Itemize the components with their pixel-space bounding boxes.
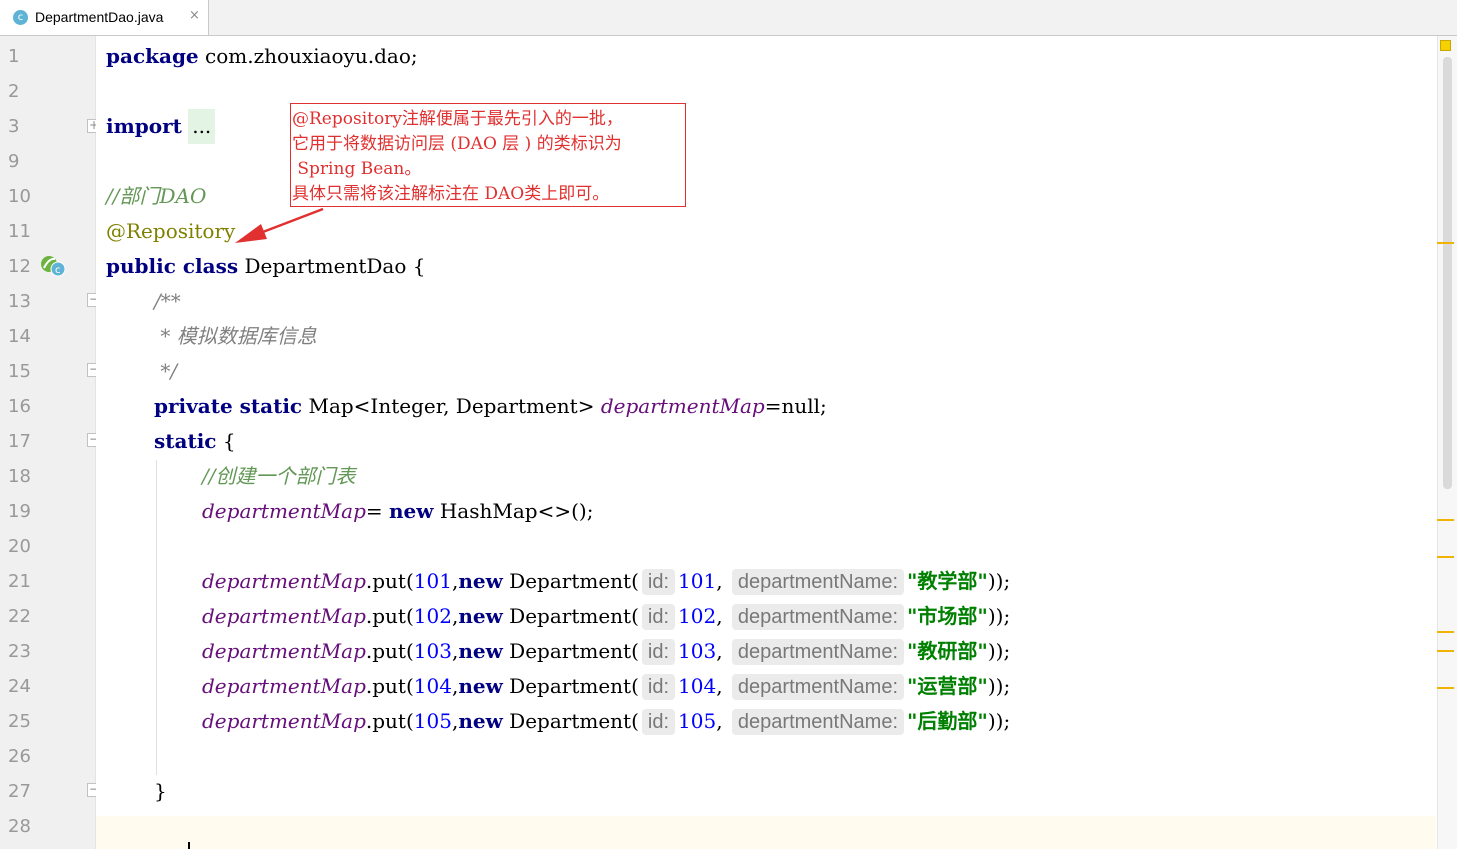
line-number: 18: [8, 466, 31, 487]
code-line-3: import ...: [106, 109, 216, 144]
line-number: 2: [8, 81, 20, 102]
line-number: 1: [8, 46, 20, 67]
warning-marker[interactable]: [1437, 519, 1454, 521]
line-number: 20: [8, 536, 31, 557]
line-number: 26: [8, 746, 31, 767]
param-hint-id: id:: [641, 604, 676, 630]
param-hint-name: departmentName:: [731, 604, 904, 630]
vertical-scrollbar-thumb[interactable]: [1443, 57, 1452, 489]
code-line-27: }: [154, 779, 167, 803]
line-number: 11: [8, 221, 31, 242]
code-line-23: departmentMap.put(103,new Department(id:…: [202, 639, 1011, 665]
code-line-25: departmentMap.put(105,new Department(id:…: [202, 709, 1011, 735]
line-number: 3: [8, 116, 20, 137]
text-caret: [188, 842, 190, 849]
warning-marker[interactable]: [1437, 631, 1454, 633]
code-line-10: //部门DAO: [106, 184, 207, 208]
line-number: 13: [8, 291, 31, 312]
line-number: 22: [8, 606, 31, 627]
line-number: 9: [8, 151, 20, 172]
line-number: 25: [8, 711, 31, 732]
code-line-12: public class DepartmentDao {: [106, 254, 426, 278]
line-number: 16: [8, 396, 31, 417]
editor-tab-bar: c DepartmentDao.java ×: [0, 0, 1457, 36]
tab-label: DepartmentDao.java: [35, 9, 164, 25]
code-line-18: //创建一个部门表: [202, 464, 356, 488]
param-hint-id: id:: [641, 709, 676, 735]
line-number: 12: [8, 256, 31, 277]
warning-marker[interactable]: [1437, 556, 1454, 558]
line-number: 15: [8, 361, 31, 382]
line-number: 28: [8, 816, 31, 837]
code-line-11: @Repository: [106, 219, 236, 243]
param-hint-id: id:: [641, 674, 676, 700]
line-number: 17: [8, 431, 31, 452]
callout-line: 它用于将数据访问层 (DAO 层 ) 的类标识为: [292, 134, 622, 154]
code-line-19: departmentMap= new HashMap<>();: [202, 499, 594, 523]
code-line-17: static {: [154, 429, 236, 453]
java-class-icon: c: [13, 10, 28, 25]
close-icon[interactable]: ×: [189, 8, 200, 23]
line-number: 27: [8, 781, 31, 802]
code-line-1: package com.zhouxiaoyu.dao;: [106, 44, 418, 68]
spring-bean-icon[interactable]: c: [40, 254, 66, 278]
line-number: 14: [8, 326, 31, 347]
param-hint-name: departmentName:: [731, 674, 904, 700]
code-line-24: departmentMap.put(104,new Department(id:…: [202, 674, 1011, 700]
warning-marker[interactable]: [1437, 242, 1454, 244]
folded-imports[interactable]: ...: [188, 109, 216, 144]
code-line-21: departmentMap.put(101,new Department(id:…: [202, 569, 1011, 595]
indent-guide: [156, 460, 157, 775]
code-line-16: private static Map<Integer, Department> …: [154, 394, 827, 418]
param-hint-name: departmentName:: [731, 569, 904, 595]
line-number: 23: [8, 641, 31, 662]
callout-line: Spring Bean。: [292, 159, 422, 179]
param-hint-id: id:: [641, 569, 676, 595]
annotation-callout: @Repository注解便属于最先引入的一批， 它用于将数据访问层 (DAO …: [290, 103, 686, 207]
line-number: 24: [8, 676, 31, 697]
svg-text:c: c: [55, 265, 61, 276]
code-line-13: /**: [154, 289, 181, 313]
inspection-status-icon[interactable]: [1440, 40, 1451, 51]
line-number: 10: [8, 186, 31, 207]
callout-line: 具体只需将该注解标注在 DAO类上即可。: [292, 184, 610, 204]
tab-departmentdao[interactable]: c DepartmentDao.java ×: [0, 0, 209, 35]
param-hint-name: departmentName:: [731, 639, 904, 665]
line-number: 19: [8, 501, 31, 522]
param-hint-name: departmentName:: [731, 709, 904, 735]
code-line-15: */: [154, 359, 178, 383]
warning-marker[interactable]: [1437, 687, 1454, 689]
code-line-22: departmentMap.put(102,new Department(id:…: [202, 604, 1011, 630]
current-line-highlight: [96, 816, 1436, 849]
callout-line: @Repository注解便属于最先引入的一批，: [292, 109, 623, 129]
param-hint-id: id:: [641, 639, 676, 665]
code-line-14: * 模拟数据库信息: [154, 324, 317, 348]
warning-marker[interactable]: [1437, 650, 1454, 652]
callout-arrow: [235, 207, 324, 243]
line-number: 21: [8, 571, 31, 592]
